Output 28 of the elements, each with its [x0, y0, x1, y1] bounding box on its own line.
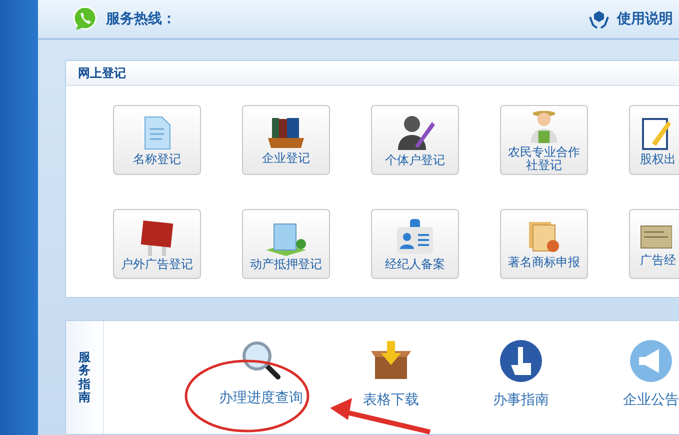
registration-tile[interactable]: 动产抵押登记: [242, 209, 330, 279]
person-with-pen-icon: [395, 114, 435, 152]
registration-tile[interactable]: 农民专业合作社登记: [500, 105, 588, 175]
registration-tile[interactable]: 广告经: [629, 209, 679, 279]
registration-tile[interactable]: 经纪人备案: [371, 209, 459, 279]
help-link[interactable]: 使用说明: [617, 10, 673, 28]
registration-tile[interactable]: 个体户登记: [371, 105, 459, 175]
registration-tile[interactable]: 著名商标申报: [500, 209, 588, 279]
hotline-label: 服务热线：: [106, 10, 176, 28]
books-icon: [266, 116, 306, 150]
registration-tile[interactable]: 股权出: [629, 105, 679, 175]
side-tab-title: 服务指南: [78, 351, 90, 404]
id-card-icon: [395, 218, 435, 256]
phone-icon: [72, 6, 98, 32]
guide-link[interactable]: 表格下载: [326, 339, 456, 434]
registration-tile[interactable]: 名称登记: [113, 105, 201, 175]
megaphone-icon: [629, 339, 673, 383]
magnifier-icon: [240, 339, 282, 381]
guide-link[interactable]: 企业公告: [586, 339, 679, 434]
hand-pointer-icon: [499, 339, 543, 383]
guide-link[interactable]: 办事指南: [456, 339, 586, 434]
documents-icon: [527, 220, 561, 254]
billboard-icon: [139, 218, 175, 256]
hands-cube-icon: [589, 9, 609, 29]
registration-tile[interactable]: 企业登记: [242, 105, 330, 175]
document-icon: [142, 114, 172, 150]
guide-link[interactable]: 办理进度查询: [196, 339, 326, 434]
registration-tile[interactable]: 户外广告登记: [113, 209, 201, 279]
